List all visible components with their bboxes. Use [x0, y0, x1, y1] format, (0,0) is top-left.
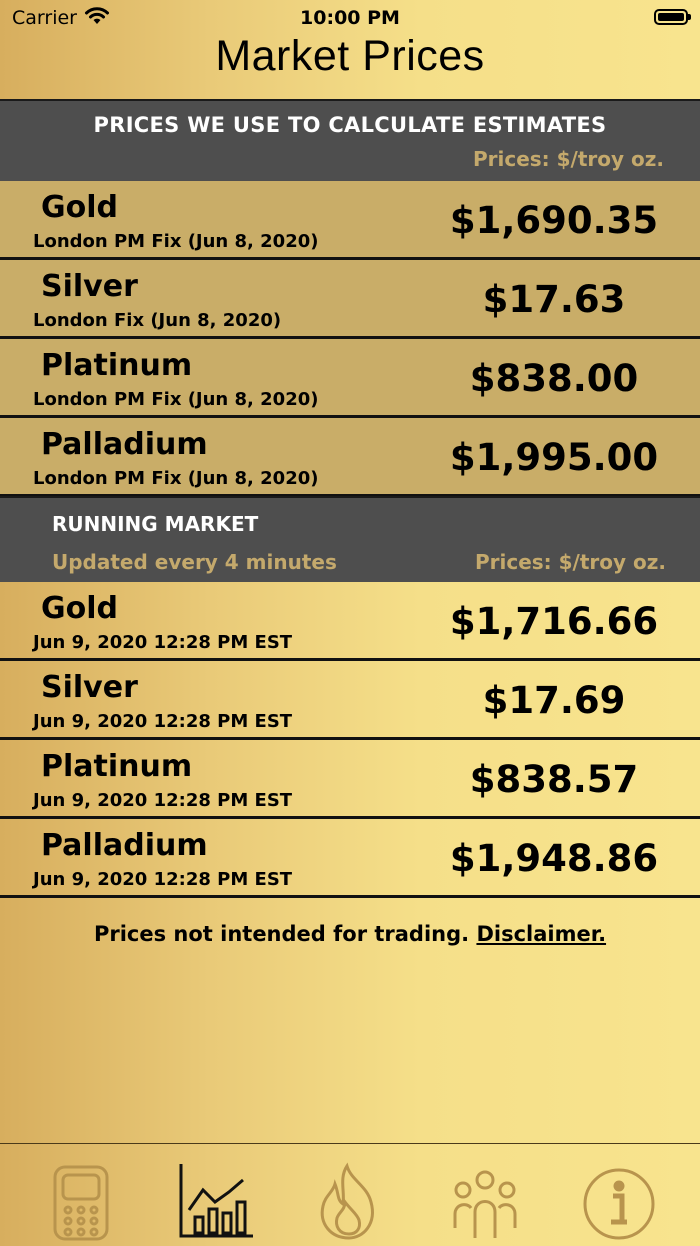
running-row-platinum: Platinum Jun 9, 2020 12:28 PM EST $838.5…	[0, 740, 700, 819]
bar-chart-icon	[179, 1164, 253, 1238]
metal-name: Silver	[41, 269, 138, 304]
clock: 10:00 PM	[300, 7, 400, 29]
price-timestamp: Jun 9, 2020 12:28 PM EST	[33, 632, 293, 653]
fixed-prices-header: PRICES WE USE TO CALCULATE ESTIMATES Pri…	[0, 99, 700, 181]
metal-name: Platinum	[41, 348, 193, 383]
calculator-icon	[53, 1165, 109, 1241]
flame-icon	[320, 1162, 374, 1240]
disclaimer-link[interactable]: Disclaimer.	[476, 922, 606, 946]
fixed-prices-title: PRICES WE USE TO CALCULATE ESTIMATES	[93, 113, 607, 137]
price-timestamp: Jun 9, 2020 12:28 PM EST	[33, 790, 293, 811]
tab-community[interactable]	[445, 1162, 525, 1242]
price-source: London PM Fix (Jun 8, 2020)	[33, 468, 319, 489]
running-row-palladium: Palladium Jun 9, 2020 12:28 PM EST $1,94…	[0, 819, 700, 898]
running-market-header: RUNNING MARKET Updated every 4 minutes P…	[0, 496, 700, 582]
running-row-gold: Gold Jun 9, 2020 12:28 PM EST $1,716.66	[0, 582, 700, 661]
running-market-update-note: Updated every 4 minutes	[52, 550, 337, 574]
tab-bar	[0, 1143, 700, 1245]
metal-name: Palladium	[41, 828, 208, 863]
fixed-prices-units: Prices: $/troy oz.	[472, 147, 664, 171]
price-timestamp: Jun 9, 2020 12:28 PM EST	[33, 869, 293, 890]
metal-name: Palladium	[41, 427, 208, 462]
metal-price: $1,995.00	[449, 436, 659, 479]
trading-disclaimer: Prices not intended for trading. Disclai…	[0, 922, 700, 946]
fixed-row-silver: Silver London Fix (Jun 8, 2020) $17.63	[0, 260, 700, 339]
running-market-units: Prices: $/troy oz.	[474, 550, 666, 574]
tab-calculator[interactable]	[41, 1162, 121, 1242]
price-source: London PM Fix (Jun 8, 2020)	[33, 389, 319, 410]
tab-info[interactable]	[579, 1162, 659, 1242]
price-source: London Fix (Jun 8, 2020)	[33, 310, 282, 331]
metal-name: Gold	[41, 190, 118, 225]
fixed-row-gold: Gold London PM Fix (Jun 8, 2020) $1,690.…	[0, 181, 700, 260]
metal-name: Silver	[41, 670, 138, 705]
metal-price: $838.00	[469, 357, 639, 400]
disclaimer-note: Prices not intended for trading.	[93, 922, 470, 946]
fixed-row-palladium: Palladium London PM Fix (Jun 8, 2020) $1…	[0, 418, 700, 497]
fixed-row-platinum: Platinum London PM Fix (Jun 8, 2020) $83…	[0, 339, 700, 418]
metal-name: Platinum	[41, 749, 193, 784]
people-icon	[453, 1170, 517, 1238]
price-source: London PM Fix (Jun 8, 2020)	[33, 231, 319, 252]
info-icon	[583, 1168, 655, 1240]
metal-price: $1,948.86	[449, 837, 659, 880]
status-bar: Carrier 10:00 PM	[0, 0, 700, 36]
page-title: Market Prices	[215, 32, 485, 80]
metal-price: $1,690.35	[449, 199, 659, 242]
metal-name: Gold	[41, 591, 118, 626]
running-market-title: RUNNING MARKET	[52, 512, 259, 536]
metal-price: $838.57	[469, 758, 639, 801]
battery-icon	[654, 9, 691, 25]
tab-melt[interactable]	[309, 1162, 389, 1242]
metal-price: $1,716.66	[449, 600, 659, 643]
metal-price: $17.69	[482, 679, 626, 722]
metal-price: $17.63	[482, 278, 626, 321]
running-row-silver: Silver Jun 9, 2020 12:28 PM EST $17.69	[0, 661, 700, 740]
tab-market-prices[interactable]	[177, 1162, 257, 1242]
price-timestamp: Jun 9, 2020 12:28 PM EST	[33, 711, 293, 732]
